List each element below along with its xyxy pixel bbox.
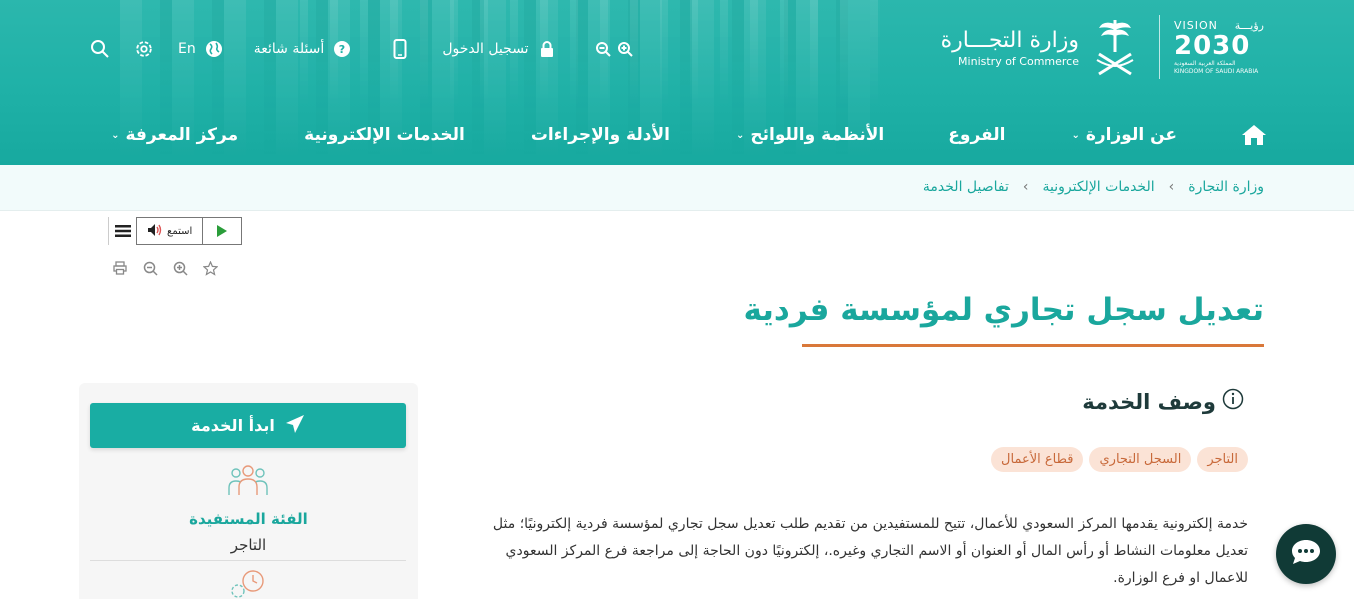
- tag-badge[interactable]: السجل التجاري: [1089, 447, 1192, 472]
- vision-country-en: KINGDOM OF SAUDI ARABIA: [1174, 67, 1259, 75]
- start-service-button[interactable]: ابدأ الخدمة: [90, 403, 406, 448]
- time-settings-icon: [227, 569, 269, 599]
- listen-label-wrap: استمع: [137, 218, 204, 244]
- nav-item-label: الأدلة والإجراءات: [530, 125, 670, 145]
- zoom-out-icon[interactable]: [142, 260, 158, 276]
- vision-label-ar: رؤيـــة: [1234, 18, 1264, 32]
- svg-text:?: ?: [339, 43, 345, 56]
- service-tags: التاجر السجل التجاري قطاع الأعمال: [991, 447, 1248, 472]
- nav-item-guides[interactable]: الأدلة والإجراءات: [531, 125, 670, 145]
- ministry-name-ar: وزارة التجـــارة: [940, 27, 1079, 53]
- main-navigation: عن الوزارة ⌄ الفروع الأنظمة واللوائح ⌄ ا…: [111, 120, 1269, 150]
- send-icon: [285, 414, 305, 438]
- beneficiary-value: التاجر: [230, 536, 267, 554]
- chevron-left-icon: ‹: [1168, 179, 1175, 195]
- page-tools: [112, 260, 218, 276]
- service-sidebar: ابدأ الخدمة الفئة المستفيدة التاجر: [79, 383, 418, 599]
- settings-button[interactable]: [134, 39, 154, 59]
- login-link[interactable]: تسجيل الدخول: [442, 39, 556, 59]
- play-icon[interactable]: [203, 218, 241, 244]
- search-icon: [90, 39, 110, 59]
- site-header: En أسئلة شائعة ? تسجيل الدخول وزارة التج…: [0, 0, 1354, 165]
- start-service-label: ابدأ الخدمة: [191, 416, 275, 435]
- nav-item-regulations[interactable]: الأنظمة واللوائح ⌄: [736, 125, 884, 145]
- chat-button[interactable]: [1276, 524, 1336, 584]
- sidebar-divider: [90, 560, 406, 561]
- logo-divider: [1159, 15, 1160, 79]
- breadcrumb-bar: وزارة التجارة ‹ الخدمات الإلكترونية ‹ تف…: [0, 165, 1354, 211]
- zoom-in-icon[interactable]: [172, 260, 188, 276]
- top-utility-bar: En أسئلة شائعة ? تسجيل الدخول: [90, 36, 635, 62]
- vision-label-en: VISION: [1174, 18, 1218, 32]
- nav-item-label: الأنظمة واللوائح: [750, 125, 885, 145]
- speaker-icon: [147, 223, 163, 240]
- nav-item-branches[interactable]: الفروع: [948, 125, 1005, 145]
- nav-item-label: الفروع: [948, 125, 1006, 145]
- nav-item-about[interactable]: عن الوزارة ⌄: [1071, 125, 1177, 145]
- page-title: تعديل سجل تجاري لمؤسسة فردية: [743, 292, 1264, 328]
- tag-badge[interactable]: قطاع الأعمال: [991, 447, 1084, 472]
- lock-icon: [537, 39, 557, 59]
- listen-label: استمع: [167, 225, 193, 237]
- home-link[interactable]: [1239, 120, 1269, 150]
- star-icon[interactable]: [202, 260, 218, 276]
- chevron-down-icon: ⌄: [111, 129, 120, 141]
- font-size-controls[interactable]: [593, 39, 635, 59]
- print-icon[interactable]: [112, 260, 128, 276]
- readspeaker-widget: استمع: [108, 217, 243, 245]
- vision-2030-logo: VISION رؤيـــة 2030 المملكة العربية السعو…: [1174, 19, 1264, 76]
- nav-item-knowledge[interactable]: مركز المعرفة ⌄: [111, 125, 238, 145]
- gear-icon: [134, 39, 154, 59]
- ministry-logo-text: وزارة التجـــارة Ministry of Commerce: [941, 27, 1079, 68]
- service-description-heading: وصف الخدمة: [1082, 388, 1244, 415]
- faq-label: أسئلة شائعة: [253, 41, 325, 57]
- info-icon: [1222, 388, 1244, 415]
- login-label: تسجيل الدخول: [442, 41, 529, 57]
- vision-country-ar: المملكة العربية السعودية: [1174, 59, 1236, 67]
- chevron-down-icon: ⌄: [1071, 129, 1080, 141]
- tag-badge[interactable]: التاجر: [1197, 447, 1248, 472]
- breadcrumb-current: تفاصيل الخدمة: [922, 179, 1009, 195]
- ministry-name-en: Ministry of Commerce: [958, 54, 1079, 68]
- chevron-down-icon: ⌄: [735, 129, 745, 141]
- nav-item-label: مركز المعرفة: [125, 125, 239, 145]
- home-icon: [1242, 125, 1266, 145]
- breadcrumb-home[interactable]: وزارة التجارة: [1188, 179, 1264, 195]
- beneficiary-title: الفئة المستفيدة: [189, 510, 308, 528]
- logo-area[interactable]: وزارة التجـــارة Ministry of Commerce VI…: [941, 14, 1264, 80]
- language-label: En: [178, 41, 196, 57]
- nav-item-label: الخدمات الإلكترونية: [304, 125, 465, 145]
- zoom-in-icon[interactable]: [615, 39, 635, 59]
- language-switch[interactable]: En: [178, 39, 224, 59]
- service-description-text: خدمة إلكترونية يقدمها المركز السعودي للأ…: [492, 516, 1248, 586]
- breadcrumb: وزارة التجارة ‹ الخدمات الإلكترونية ‹ تف…: [923, 179, 1264, 195]
- mobile-icon: [390, 39, 410, 59]
- chevron-left-icon: ‹: [1022, 179, 1029, 195]
- listen-button[interactable]: استمع: [136, 217, 243, 245]
- breadcrumb-eservices[interactable]: الخدمات الإلكترونية: [1042, 179, 1154, 195]
- zoom-out-icon[interactable]: [593, 39, 613, 59]
- menu-icon[interactable]: [108, 217, 136, 245]
- faq-link[interactable]: أسئلة شائعة ?: [254, 39, 353, 59]
- service-description-title: وصف الخدمة: [1082, 389, 1216, 414]
- nav-item-label: عن الوزارة: [1085, 125, 1177, 145]
- search-button[interactable]: [90, 39, 110, 59]
- nav-item-eservices[interactable]: الخدمات الإلكترونية: [304, 125, 465, 145]
- users-icon: [227, 463, 269, 497]
- question-icon: ?: [332, 39, 352, 59]
- vision-year: 2030: [1174, 30, 1251, 61]
- saudi-emblem-icon: [1085, 14, 1145, 80]
- title-underline: [802, 344, 1264, 347]
- globe-icon: [204, 39, 224, 59]
- chat-bubble-icon: [1290, 538, 1322, 570]
- mobile-app-link[interactable]: [390, 39, 410, 59]
